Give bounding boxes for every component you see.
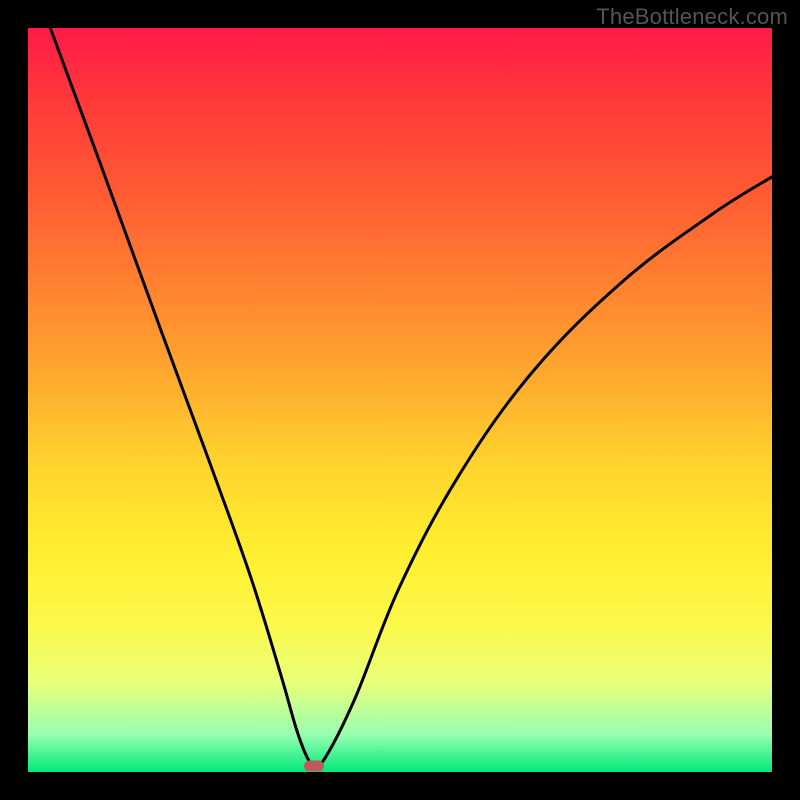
plot-area <box>28 28 772 772</box>
optimal-point-marker <box>304 761 324 772</box>
watermark-label: TheBottleneck.com <box>596 4 788 30</box>
bottleneck-curve <box>28 28 772 772</box>
chart-frame: TheBottleneck.com <box>0 0 800 800</box>
